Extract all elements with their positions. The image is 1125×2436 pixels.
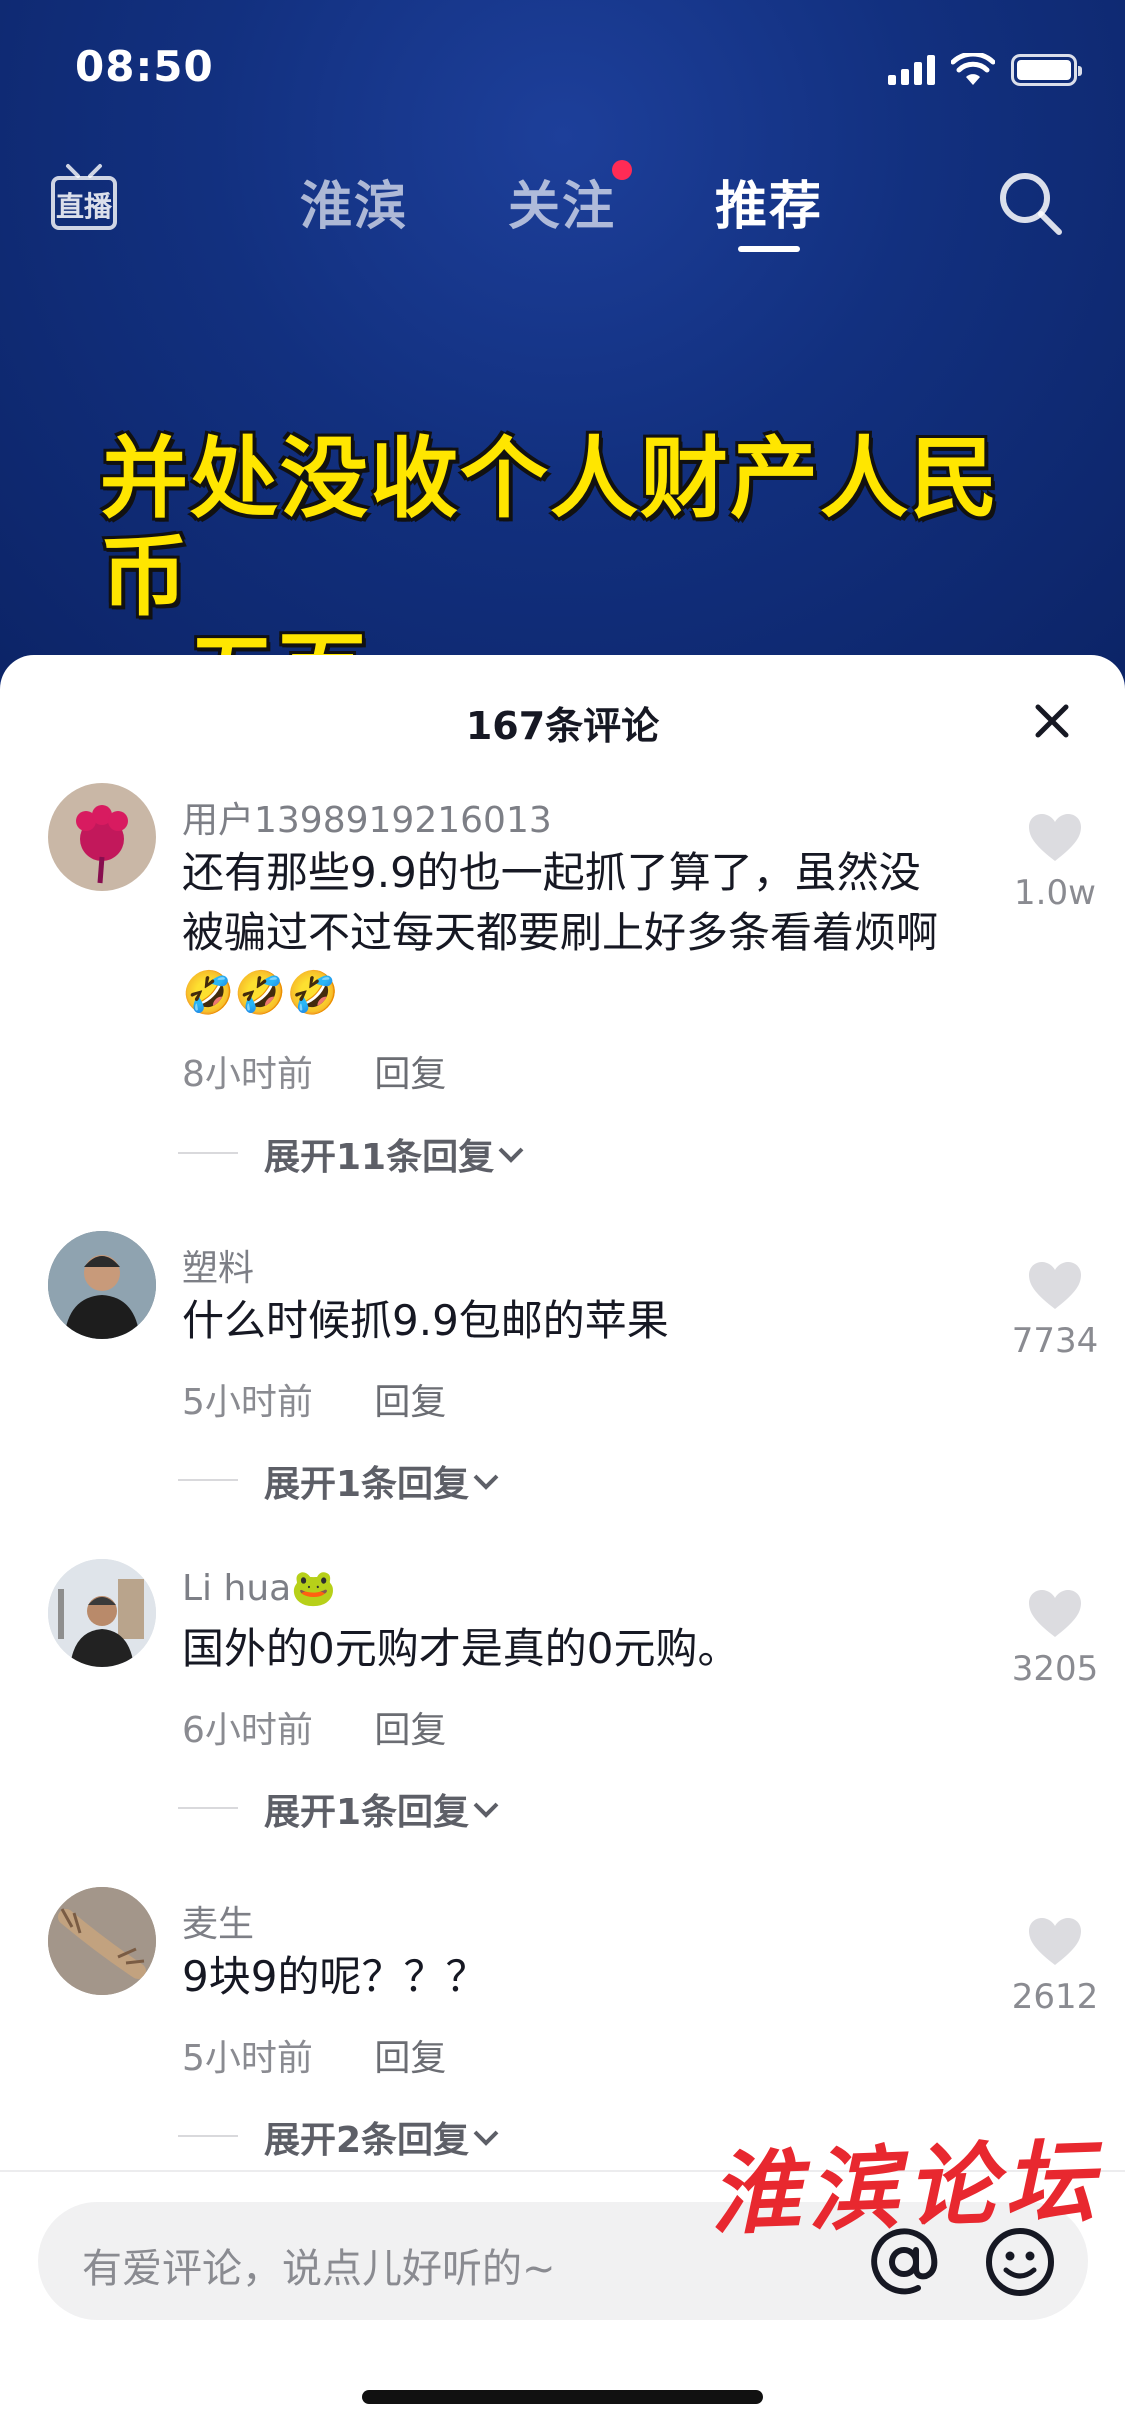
heart-icon — [1029, 1590, 1081, 1637]
close-icon[interactable] — [1028, 697, 1076, 745]
comment-meta: 5小时前 回复 — [182, 2029, 446, 2081]
expand-replies[interactable]: 展开1条回复 — [178, 1455, 503, 1507]
comment-username[interactable]: Li hua🐸 — [182, 1567, 336, 1609]
comment-time: 8小时前 — [182, 1054, 313, 1095]
chevron-down-icon — [473, 1802, 499, 1818]
heart-icon — [1029, 1262, 1081, 1309]
cellular-signal-icon — [888, 55, 935, 85]
like-count: 3205 — [1011, 1649, 1099, 1689]
active-tab-indicator — [738, 246, 800, 252]
comment-input-placeholder: 有爱评论，说点儿好听的~ — [82, 2246, 556, 2292]
expand-replies[interactable]: 展开11条回复 — [178, 1128, 528, 1180]
like-button[interactable]: 1.0w — [1000, 813, 1110, 913]
like-button[interactable]: 3205 — [1000, 1589, 1110, 1689]
heart-icon — [1029, 814, 1081, 861]
like-count: 1.0w — [1014, 873, 1096, 913]
expand-replies[interactable]: 展开1条回复 — [178, 1783, 503, 1835]
expand-divider — [178, 2135, 238, 2137]
comment-text: 国外的0元购才是真的0元购。 — [182, 1624, 740, 1673]
like-button[interactable]: 2612 — [1000, 1917, 1110, 2017]
comments-header: 167条评论 — [0, 655, 1125, 775]
caption-line-1: 并处没收个人财产人民币 — [100, 427, 1001, 628]
comment-item: 塑料 什么时候抓9.9包邮的苹果 5小时前 回复 7734 — [0, 1231, 1125, 1431]
expand-divider — [178, 1807, 238, 1809]
reply-button[interactable]: 回复 — [374, 1382, 446, 1423]
expand-divider — [178, 1152, 238, 1154]
comment-meta: 6小时前 回复 — [182, 1701, 446, 1753]
comment-username[interactable]: 麦生 — [182, 1895, 254, 1947]
status-time: 08:50 — [75, 42, 214, 91]
battery-icon — [1011, 54, 1082, 86]
expand-replies-label: 展开1条回复 — [264, 1464, 470, 1505]
comment-time: 5小时前 — [182, 1382, 313, 1423]
comment-item: 麦生 9块9的呢？？？ 5小时前 回复 2612 — [0, 1887, 1125, 2087]
search-icon[interactable] — [995, 168, 1065, 238]
comment-item: 用户1398919216013 还有那些9.9的也一起抓了算了，虽然没被骗过不过… — [0, 783, 1125, 1103]
comment-count: 167条评论 — [465, 704, 660, 748]
comment-username[interactable]: 用户1398919216013 — [182, 791, 552, 843]
comment-item: Li hua🐸 国外的0元购才是真的0元购。 6小时前 回复 3205 — [0, 1559, 1125, 1759]
live-label: 直播 — [56, 190, 113, 223]
reply-button[interactable]: 回复 — [374, 1054, 446, 1095]
wifi-icon — [951, 53, 995, 85]
avatar[interactable] — [48, 1887, 156, 1995]
notification-dot — [612, 160, 632, 180]
comment-text: 9块9的呢？？？ — [182, 1952, 488, 2001]
avatar[interactable] — [48, 783, 156, 891]
expand-replies-label: 展开2条回复 — [264, 2120, 470, 2161]
home-indicator — [362, 2390, 763, 2404]
comment-meta: 8小时前 回复 — [182, 1045, 446, 1097]
status-icons — [888, 50, 1082, 90]
comment-username[interactable]: 塑料 — [182, 1239, 254, 1291]
chevron-down-icon — [473, 1474, 499, 1490]
video-area[interactable]: 08:50 直播 淮滨 关注 推荐 并处没收个人财产人民币 — [0, 0, 1125, 724]
comment-time: 5小时前 — [182, 2038, 313, 2079]
tab-huaibin[interactable]: 淮滨 — [300, 164, 408, 239]
heart-icon — [1029, 1918, 1081, 1965]
avatar[interactable] — [48, 1231, 156, 1339]
like-count: 2612 — [1011, 1977, 1099, 2017]
avatar[interactable] — [48, 1559, 156, 1667]
live-icon[interactable]: 直播 — [50, 162, 118, 232]
like-button[interactable]: 7734 — [1000, 1261, 1110, 1361]
chevron-down-icon — [473, 2130, 499, 2146]
comment-meta: 5小时前 回复 — [182, 1373, 446, 1425]
tab-recommend[interactable]: 推荐 — [715, 164, 823, 239]
top-nav: 直播 淮滨 关注 推荐 — [0, 150, 1125, 252]
comment-text: 什么时候抓9.9包邮的苹果 — [182, 1296, 669, 1345]
status-bar: 08:50 — [0, 0, 1125, 135]
expand-replies[interactable]: 展开2条回复 — [178, 2111, 503, 2163]
reply-button[interactable]: 回复 — [374, 1710, 446, 1751]
comment-text: 还有那些9.9的也一起抓了算了，虽然没被骗过不过每天都要刷上好多条看着烦啊🤣🤣🤣 — [182, 848, 939, 1017]
expand-replies-label: 展开11条回复 — [264, 1137, 495, 1178]
tab-follow[interactable]: 关注 — [508, 164, 616, 239]
expand-replies-label: 展开1条回复 — [264, 1792, 470, 1833]
like-count: 7734 — [1011, 1321, 1099, 1361]
comment-time: 6小时前 — [182, 1710, 313, 1751]
reply-button[interactable]: 回复 — [374, 2038, 446, 2079]
chevron-down-icon — [498, 1147, 524, 1163]
watermark: 淮滨论坛 — [708, 2128, 1105, 2248]
expand-divider — [178, 1479, 238, 1481]
